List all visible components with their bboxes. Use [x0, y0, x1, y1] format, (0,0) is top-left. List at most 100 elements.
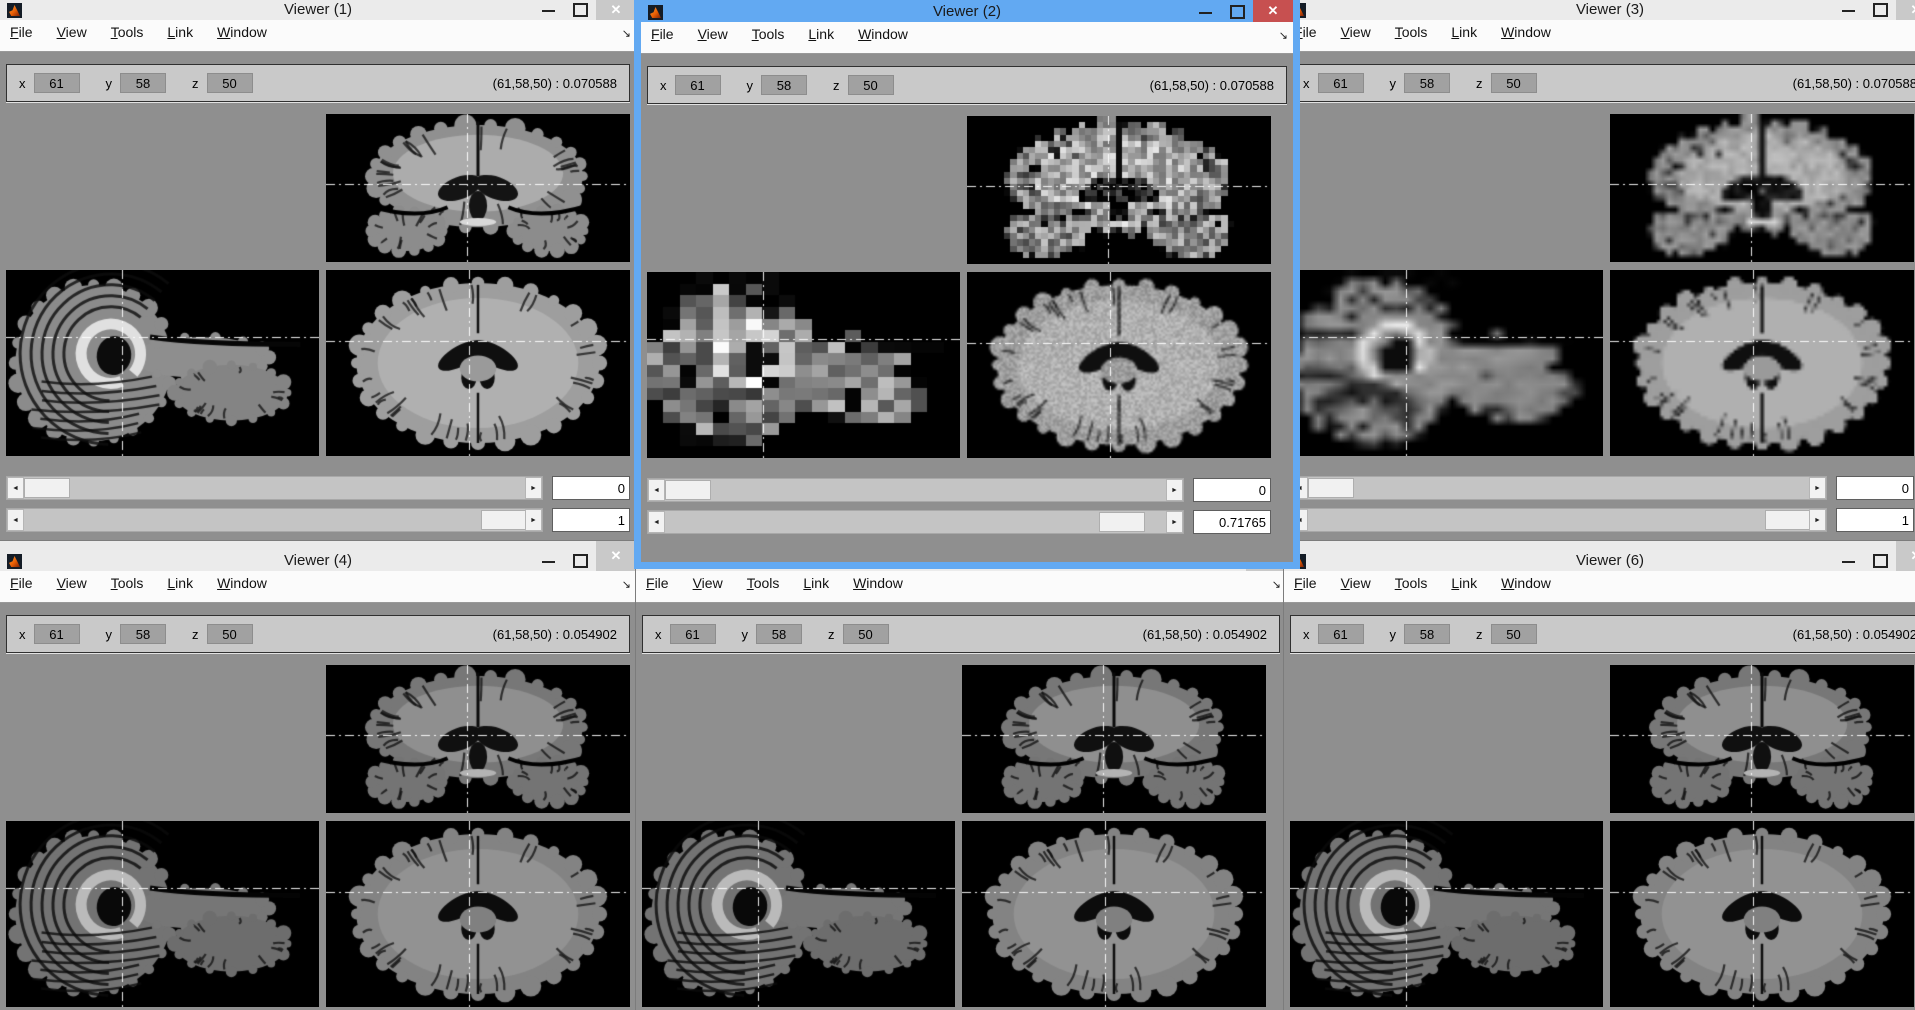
minimize-button[interactable]	[532, 561, 564, 571]
close-button[interactable]: ✕	[1253, 0, 1293, 22]
scrollbar-thumb[interactable]	[1099, 512, 1145, 532]
coronal-slice-image[interactable]	[962, 665, 1266, 813]
menu-item-file[interactable]: File	[646, 575, 669, 591]
scroll-left-icon[interactable]: ◄	[7, 509, 24, 531]
menu-item-link[interactable]: Link	[167, 24, 193, 40]
menu-item-link[interactable]: Link	[1451, 24, 1477, 40]
menu-item-view[interactable]: View	[1341, 24, 1371, 40]
z-coordinate-field[interactable]: 50	[207, 624, 253, 644]
blend-scrollbar[interactable]: ◄ ►	[647, 510, 1184, 534]
maximize-button[interactable]	[564, 554, 596, 571]
sagittal-slice-image[interactable]	[1290, 821, 1603, 1007]
sagittal-slice-image[interactable]	[1290, 270, 1603, 456]
menu-item-tools[interactable]: Tools	[111, 575, 144, 591]
scroll-right-icon[interactable]: ►	[1166, 479, 1183, 501]
blend-value-field[interactable]: 1	[552, 508, 630, 532]
titlebar[interactable]: Viewer (2) ✕	[641, 0, 1293, 22]
menu-item-file[interactable]: File	[10, 575, 33, 591]
coronal-slice-image[interactable]	[967, 116, 1271, 264]
maximize-button[interactable]	[1864, 3, 1896, 20]
close-button[interactable]: ✕	[596, 541, 636, 571]
menu-item-view[interactable]: View	[57, 24, 87, 40]
y-coordinate-field[interactable]: 58	[1404, 73, 1450, 93]
x-coordinate-field[interactable]: 61	[1318, 73, 1364, 93]
frame-value-field[interactable]: 0	[1193, 478, 1271, 502]
frame-value-field[interactable]: 0	[1836, 476, 1914, 500]
z-coordinate-field[interactable]: 50	[207, 73, 253, 93]
blend-scrollbar[interactable]: ◄ ►	[1290, 508, 1827, 532]
x-coordinate-field[interactable]: 61	[34, 73, 80, 93]
x-coordinate-field[interactable]: 61	[34, 624, 80, 644]
scroll-right-icon[interactable]: ►	[525, 477, 542, 499]
menu-item-view[interactable]: View	[1341, 575, 1371, 591]
menu-item-tools[interactable]: Tools	[1395, 24, 1428, 40]
x-coordinate-field[interactable]: 61	[675, 75, 721, 95]
menu-item-tools[interactable]: Tools	[111, 24, 144, 40]
titlebar[interactable]: Viewer (4) ✕	[0, 541, 636, 571]
axial-slice-image[interactable]	[967, 272, 1271, 458]
frame-scrollbar[interactable]: ◄ ►	[647, 478, 1184, 502]
menu-item-file[interactable]: File	[1294, 575, 1317, 591]
minimize-button[interactable]	[1189, 12, 1221, 22]
frame-scrollbar[interactable]: ◄ ►	[6, 476, 543, 500]
menu-item-tools[interactable]: Tools	[747, 575, 780, 591]
maximize-button[interactable]	[1221, 5, 1253, 22]
menu-item-tools[interactable]: Tools	[1395, 575, 1428, 591]
menu-item-view[interactable]: View	[698, 26, 728, 42]
scroll-right-icon[interactable]: ►	[525, 509, 542, 531]
menu-item-file[interactable]: File	[651, 26, 674, 42]
blend-value-field[interactable]: 0.71765	[1193, 510, 1271, 534]
menu-item-window[interactable]: Window	[217, 575, 267, 591]
sagittal-slice-image[interactable]	[647, 272, 960, 458]
x-coordinate-field[interactable]: 61	[670, 624, 716, 644]
y-coordinate-field[interactable]: 58	[120, 624, 166, 644]
y-coordinate-field[interactable]: 58	[761, 75, 807, 95]
menu-item-window[interactable]: Window	[217, 24, 267, 40]
scroll-left-icon[interactable]: ◄	[648, 511, 665, 533]
scrollbar-thumb[interactable]	[24, 478, 70, 498]
sagittal-slice-image[interactable]	[642, 821, 955, 1007]
maximize-button[interactable]	[564, 3, 596, 20]
scroll-left-icon[interactable]: ◄	[648, 479, 665, 501]
y-coordinate-field[interactable]: 58	[1404, 624, 1450, 644]
z-coordinate-field[interactable]: 50	[843, 624, 889, 644]
menu-item-window[interactable]: Window	[1501, 575, 1551, 591]
menu-item-view[interactable]: View	[693, 575, 723, 591]
scrollbar-thumb[interactable]	[665, 480, 711, 500]
y-coordinate-field[interactable]: 58	[756, 624, 802, 644]
scrollbar-thumb[interactable]	[1765, 510, 1811, 530]
minimize-button[interactable]	[1832, 10, 1864, 20]
menu-item-tools[interactable]: Tools	[752, 26, 785, 42]
y-coordinate-field[interactable]: 58	[120, 73, 166, 93]
menu-item-link[interactable]: Link	[803, 575, 829, 591]
z-coordinate-field[interactable]: 50	[848, 75, 894, 95]
blend-scrollbar[interactable]: ◄ ►	[6, 508, 543, 532]
scrollbar-thumb[interactable]	[481, 510, 527, 530]
axial-slice-image[interactable]	[326, 270, 630, 456]
scroll-left-icon[interactable]: ◄	[7, 477, 24, 499]
coronal-slice-image[interactable]	[326, 114, 630, 262]
scroll-right-icon[interactable]: ►	[1166, 511, 1183, 533]
minimize-button[interactable]	[1832, 561, 1864, 571]
menu-item-file[interactable]: File	[10, 24, 33, 40]
axial-slice-image[interactable]	[326, 821, 630, 1007]
menu-item-view[interactable]: View	[57, 575, 87, 591]
frame-scrollbar[interactable]: ◄ ►	[1290, 476, 1827, 500]
menu-item-window[interactable]: Window	[853, 575, 903, 591]
scroll-right-icon[interactable]: ►	[1809, 509, 1826, 531]
menu-item-link[interactable]: Link	[167, 575, 193, 591]
close-button[interactable]: ✕	[596, 0, 636, 20]
blend-value-field[interactable]: 1	[1836, 508, 1914, 532]
frame-value-field[interactable]: 0	[552, 476, 630, 500]
coronal-slice-image[interactable]	[1610, 665, 1914, 813]
x-coordinate-field[interactable]: 61	[1318, 624, 1364, 644]
axial-slice-image[interactable]	[962, 821, 1266, 1007]
titlebar[interactable]: Viewer (6) ✕	[1284, 541, 1915, 571]
titlebar[interactable]: Viewer (3) ✕	[1284, 0, 1915, 20]
sagittal-slice-image[interactable]	[6, 270, 319, 456]
close-button[interactable]: ✕	[1896, 541, 1915, 571]
menu-item-window[interactable]: Window	[858, 26, 908, 42]
axial-slice-image[interactable]	[1610, 821, 1914, 1007]
menu-item-link[interactable]: Link	[1451, 575, 1477, 591]
menu-item-window[interactable]: Window	[1501, 24, 1551, 40]
